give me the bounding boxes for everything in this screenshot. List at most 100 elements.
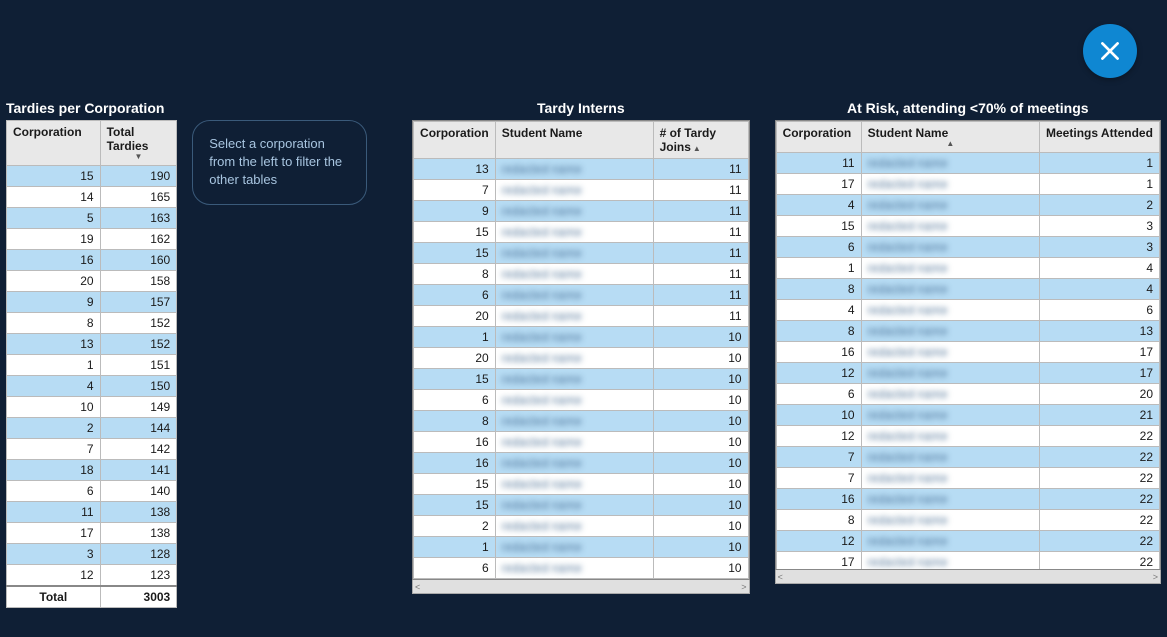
table-row[interactable]: 8152 <box>7 313 177 334</box>
table-row[interactable]: 12redacted name22 <box>776 426 1159 447</box>
cell-tardy-joins: 11 <box>653 285 748 306</box>
table-row[interactable]: 1redacted name10 <box>414 327 749 348</box>
tardy-interns-table[interactable]: Corporation Student Name # of Tardy Join… <box>413 121 749 579</box>
table-row[interactable]: 12redacted name17 <box>776 363 1159 384</box>
col-label: Corporation <box>783 126 852 140</box>
table-row[interactable]: 14165 <box>7 187 177 208</box>
table-row[interactable]: 7redacted name22 <box>776 468 1159 489</box>
table-row[interactable]: 15redacted name11 <box>414 222 749 243</box>
table-row[interactable]: 6redacted name10 <box>414 390 749 411</box>
table-row[interactable]: 8redacted name10 <box>414 411 749 432</box>
table-row[interactable]: 6redacted name11 <box>414 285 749 306</box>
table-row[interactable]: 7142 <box>7 439 177 460</box>
table-row[interactable]: 2144 <box>7 418 177 439</box>
cell-total-tardies: 138 <box>100 523 177 544</box>
at-risk-table[interactable]: Corporation Student Name ▲ Meetings Atte… <box>776 121 1160 570</box>
table-row[interactable]: 12123 <box>7 565 177 587</box>
table-row[interactable]: 6140 <box>7 481 177 502</box>
table-row[interactable]: 19162 <box>7 229 177 250</box>
total-label: Total <box>7 586 101 608</box>
col-tardy-joins[interactable]: # of Tardy Joins▲ <box>653 122 748 159</box>
close-button[interactable] <box>1083 24 1137 78</box>
table-row[interactable]: 5163 <box>7 208 177 229</box>
cell-tardy-joins: 11 <box>653 243 748 264</box>
table-row[interactable]: 18141 <box>7 460 177 481</box>
total-row: Total 3003 <box>7 586 177 608</box>
table-row[interactable]: 9redacted name11 <box>414 201 749 222</box>
col-label: Corporation <box>420 126 489 140</box>
table-row[interactable]: 17redacted name1 <box>776 174 1159 195</box>
table-row[interactable]: 20158 <box>7 271 177 292</box>
table-row[interactable]: 1redacted name10 <box>414 537 749 558</box>
table-row[interactable]: 8redacted name22 <box>776 510 1159 531</box>
table-row[interactable]: 20redacted name11 <box>414 306 749 327</box>
table-row[interactable]: 11138 <box>7 502 177 523</box>
col-corporation[interactable]: Corporation <box>414 122 496 159</box>
horizontal-scrollbar[interactable]: <> <box>412 580 750 594</box>
col-student-name[interactable]: Student Name ▲ <box>861 122 1039 153</box>
cell-total-tardies: 140 <box>100 481 177 502</box>
table-row[interactable]: 16redacted name17 <box>776 342 1159 363</box>
table-row[interactable]: 15redacted name10 <box>414 495 749 516</box>
col-label: Corporation <box>13 125 82 139</box>
cell-total-tardies: 162 <box>100 229 177 250</box>
table-row[interactable]: 15redacted name11 <box>414 243 749 264</box>
sort-asc-icon: ▲ <box>693 144 701 153</box>
cell-student-name: redacted name <box>495 285 653 306</box>
horizontal-scrollbar[interactable]: <> <box>775 570 1161 584</box>
cell-corporation: 1 <box>776 258 861 279</box>
table-row[interactable]: 10redacted name21 <box>776 405 1159 426</box>
table-row[interactable]: 4redacted name2 <box>776 195 1159 216</box>
table-row[interactable]: 15redacted name10 <box>414 474 749 495</box>
table-row[interactable]: 8redacted name4 <box>776 279 1159 300</box>
cell-tardy-joins: 10 <box>653 453 748 474</box>
cell-student-name: redacted name <box>861 321 1039 342</box>
cell-student-name: redacted name <box>495 369 653 390</box>
table-row[interactable]: 13152 <box>7 334 177 355</box>
table-row[interactable]: 7redacted name22 <box>776 447 1159 468</box>
cell-corporation: 17 <box>7 523 101 544</box>
table-row[interactable]: 12redacted name22 <box>776 531 1159 552</box>
col-total-tardies[interactable]: Total Tardies ▼ <box>100 121 177 166</box>
cell-student-name: redacted name <box>861 552 1039 571</box>
col-corporation[interactable]: Corporation <box>776 122 861 153</box>
tardies-per-corporation-table[interactable]: Corporation Total Tardies ▼ 151901416551… <box>6 120 177 608</box>
tardy-interns-scroll[interactable]: Corporation Student Name # of Tardy Join… <box>412 120 750 580</box>
table-row[interactable]: 1redacted name4 <box>776 258 1159 279</box>
table-row[interactable]: 15redacted name3 <box>776 216 1159 237</box>
table-row[interactable]: 20redacted name10 <box>414 348 749 369</box>
table-row[interactable]: 6redacted name10 <box>414 558 749 579</box>
cell-tardy-joins: 10 <box>653 369 748 390</box>
table-row[interactable]: 9157 <box>7 292 177 313</box>
table-row[interactable]: 16redacted name22 <box>776 489 1159 510</box>
table-row[interactable]: 17redacted name22 <box>776 552 1159 571</box>
table-row[interactable]: 2redacted name10 <box>414 516 749 537</box>
table-row[interactable]: 15190 <box>7 166 177 187</box>
col-student-name[interactable]: Student Name <box>495 122 653 159</box>
table-row[interactable]: 4redacted name6 <box>776 300 1159 321</box>
at-risk-panel: At Risk, attending <70% of meetings Corp… <box>775 100 1161 608</box>
table-row[interactable]: 13redacted name11 <box>414 159 749 180</box>
table-row[interactable]: 10149 <box>7 397 177 418</box>
cell-tardy-joins: 11 <box>653 222 748 243</box>
table-row[interactable]: 16redacted name10 <box>414 432 749 453</box>
table-row[interactable]: 6redacted name20 <box>776 384 1159 405</box>
table-row[interactable]: 11redacted name1 <box>776 153 1159 174</box>
table-row[interactable]: 6redacted name3 <box>776 237 1159 258</box>
col-corporation[interactable]: Corporation <box>7 121 101 166</box>
table-row[interactable]: 8redacted name13 <box>776 321 1159 342</box>
cell-student-name: redacted name <box>861 279 1039 300</box>
cell-corporation: 6 <box>776 237 861 258</box>
cell-corporation: 12 <box>7 565 101 587</box>
table-row[interactable]: 17138 <box>7 523 177 544</box>
table-row[interactable]: 8redacted name11 <box>414 264 749 285</box>
table-row[interactable]: 15redacted name10 <box>414 369 749 390</box>
table-row[interactable]: 4150 <box>7 376 177 397</box>
table-row[interactable]: 16160 <box>7 250 177 271</box>
table-row[interactable]: 16redacted name10 <box>414 453 749 474</box>
table-row[interactable]: 1151 <box>7 355 177 376</box>
col-meetings-attended[interactable]: Meetings Attended <box>1040 122 1160 153</box>
at-risk-scroll[interactable]: Corporation Student Name ▲ Meetings Atte… <box>775 120 1161 570</box>
table-row[interactable]: 3128 <box>7 544 177 565</box>
table-row[interactable]: 7redacted name11 <box>414 180 749 201</box>
